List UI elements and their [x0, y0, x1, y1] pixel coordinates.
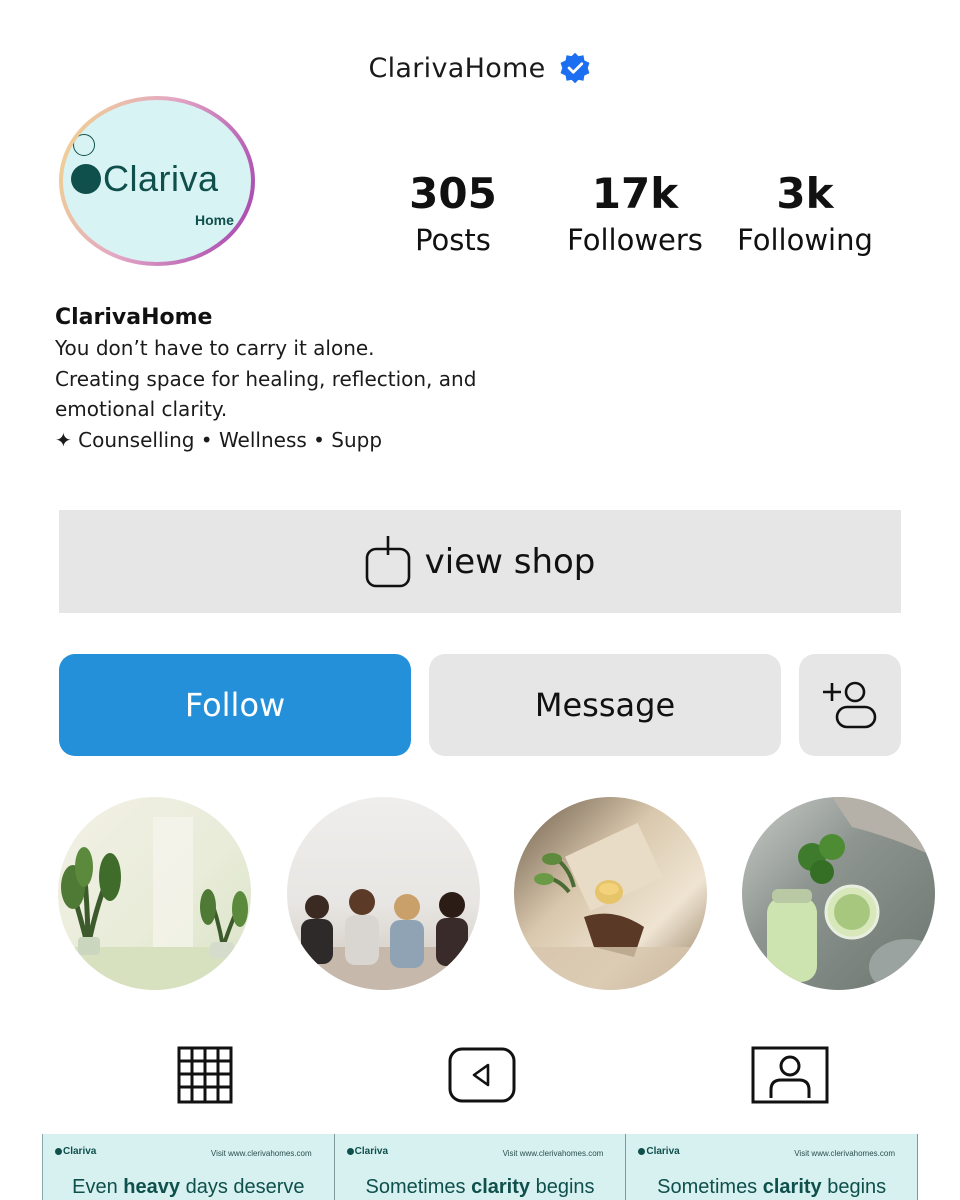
posts-count: 305 — [409, 169, 497, 218]
post-headline: Sometimes clarity begins — [335, 1176, 626, 1199]
stat-followers[interactable]: 17k Followers — [560, 168, 710, 260]
bio-line: Creating space for healing, reflection, … — [55, 366, 477, 391]
followers-count: 17k — [591, 169, 679, 218]
headline-part: begins — [530, 1176, 595, 1198]
headline-bold: clarity — [762, 1176, 822, 1198]
post-logo-text: Clariva — [63, 1146, 97, 1157]
post-tile[interactable]: Clariva Visit www.clerivahomes.com Somet… — [334, 1134, 627, 1200]
bio-line: ✦ Counselling • Wellness • Supp — [55, 427, 383, 452]
post-logo: Clariva — [55, 1146, 96, 1157]
verified-badge-icon — [560, 52, 589, 84]
view-shop-label: view shop — [424, 541, 596, 582]
bio-name: ClarivaHome — [55, 305, 213, 330]
profile-avatar[interactable]: Clariva Home — [59, 96, 255, 266]
post-tile[interactable]: Clariva Visit www.clerivahomes.com Even … — [43, 1134, 335, 1200]
header-username: ClarivaHome — [368, 52, 546, 84]
action-buttons: Follow Message — [59, 654, 901, 756]
post-tile[interactable]: Clariva Visit www.clerivahomes.com Somet… — [626, 1134, 919, 1200]
reels-icon[interactable] — [448, 1046, 516, 1104]
headline-part: Sometimes — [657, 1176, 763, 1198]
post-logo: Clariva — [638, 1146, 680, 1157]
post-logo-text: Clariva — [354, 1146, 389, 1157]
add-user-button[interactable] — [799, 654, 901, 756]
headline-part: Sometimes — [365, 1176, 472, 1198]
story-highlight-1[interactable] — [58, 797, 251, 990]
post-logo-text: Clariva — [646, 1146, 680, 1157]
story-highlight-4[interactable] — [742, 797, 935, 990]
matcha-drink-image — [767, 797, 935, 990]
grid-icon[interactable] — [177, 1046, 233, 1104]
view-shop-button[interactable]: view shop — [59, 510, 901, 613]
avatar-logo-bg: Clariva Home — [63, 100, 251, 262]
tea-reading-image — [514, 822, 707, 990]
tagged-icon[interactable] — [751, 1046, 829, 1104]
followers-label: Followers — [567, 223, 703, 257]
logo-dot-icon — [638, 1148, 646, 1155]
profile-bio: ClarivaHome You don’t have to carry it a… — [55, 303, 575, 455]
headline-bold: heavy — [123, 1176, 181, 1198]
following-count: 3k — [776, 169, 834, 218]
story-highlight-2[interactable] — [287, 797, 480, 990]
post-visit-text: Visit www.clerivahomes.com — [502, 1149, 604, 1158]
story-highlight-3[interactable] — [514, 797, 707, 990]
logo-ring-icon — [73, 134, 95, 156]
stat-posts[interactable]: 305 Posts — [388, 168, 518, 260]
bio-line: You don’t have to carry it alone. — [55, 336, 375, 360]
friends-image — [287, 889, 480, 990]
post-headline: Even heavy days deserve — [43, 1176, 334, 1199]
post-visit-text: Visit www.clerivahomes.com — [794, 1149, 896, 1158]
logo-dot-icon — [71, 164, 101, 194]
bio-line: emotional clarity. — [55, 397, 228, 421]
headline-part: begins — [821, 1176, 887, 1198]
logo-dot-icon — [346, 1148, 354, 1155]
post-logo: Clariva — [346, 1146, 389, 1157]
story-ring: Clariva Home — [59, 96, 255, 266]
post-visit-text: Visit www.clerivahomes.com — [210, 1149, 312, 1158]
add-user-icon — [823, 681, 877, 729]
profile-stats: 305 Posts 17k Followers 3k Following — [388, 168, 908, 260]
headline-bold: clarity — [471, 1176, 531, 1198]
plants-image — [58, 817, 251, 990]
headline-part: days deserve — [180, 1176, 305, 1198]
profile-tabs — [0, 1046, 960, 1106]
following-label: Following — [737, 223, 873, 257]
avatar-logo-text: Clariva — [103, 158, 219, 199]
avatar-logo: Clariva — [71, 134, 219, 200]
profile-header: ClarivaHome — [0, 46, 960, 90]
logo-dot-icon — [55, 1148, 62, 1155]
stat-following[interactable]: 3k Following — [730, 168, 880, 260]
message-button[interactable]: Message — [429, 654, 781, 756]
posts-label: Posts — [415, 223, 491, 257]
shopping-bag-icon — [365, 535, 410, 587]
posts-grid: Clariva Visit www.clerivahomes.com Even … — [42, 1134, 919, 1200]
headline-part: Even — [72, 1176, 124, 1198]
follow-button[interactable]: Follow — [59, 654, 411, 756]
avatar-logo-sub: Home — [195, 212, 234, 228]
post-headline: Sometimes clarity begins — [626, 1176, 917, 1199]
